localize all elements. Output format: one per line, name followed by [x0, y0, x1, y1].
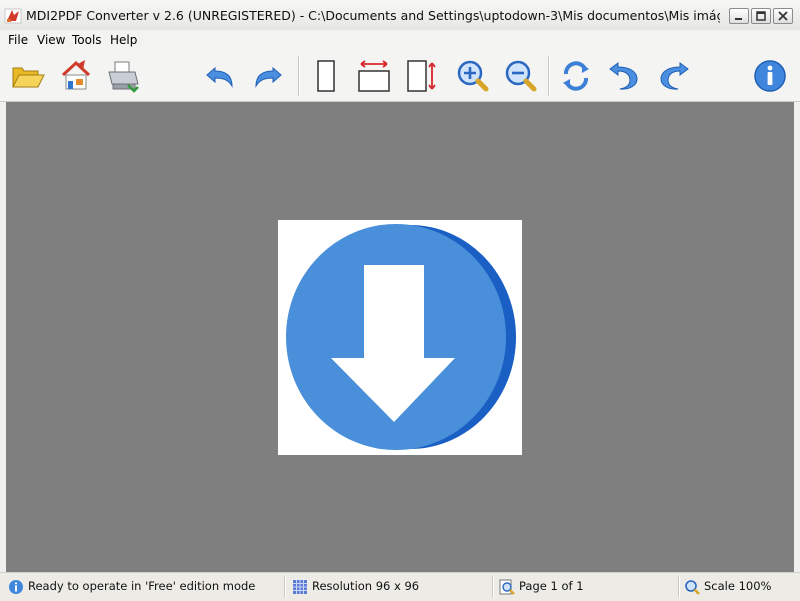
undo-button[interactable]: [200, 56, 240, 96]
status-scale: Scale 100%: [704, 579, 772, 593]
document-page: [278, 220, 522, 455]
menu-help[interactable]: Help: [110, 33, 137, 47]
rotate-right-button[interactable]: [654, 56, 694, 96]
status-bar: Ready to operate in 'Free' edition mode …: [0, 572, 800, 601]
window-title: MDI2PDF Converter v 2.6 (UNREGISTERED) -…: [26, 8, 720, 23]
convert-button[interactable]: [56, 56, 96, 96]
status-resolution: Resolution 96 x 96: [312, 579, 420, 593]
toolbar: [0, 50, 800, 102]
rotate-right-icon: [660, 62, 689, 90]
toolbar-separator: [298, 56, 300, 96]
magnifier-icon: [685, 580, 700, 595]
open-folder-icon: [12, 67, 45, 88]
fit-height-icon: [407, 60, 436, 92]
status-page-panel: Page 1 of 1: [499, 576, 679, 598]
info-small-icon: [9, 580, 23, 594]
print-button[interactable]: [102, 56, 142, 96]
zoom-out-icon: [505, 60, 537, 92]
rotate-icon: [563, 61, 589, 91]
status-divider: [492, 576, 494, 598]
fit-width-button[interactable]: [354, 56, 394, 96]
menu-view[interactable]: View: [37, 33, 65, 47]
status-message-panel: Ready to operate in 'Free' edition mode: [8, 576, 278, 598]
minimize-button[interactable]: [729, 8, 749, 24]
page-search-icon: [499, 579, 515, 595]
info-button[interactable]: [750, 56, 790, 96]
open-button[interactable]: [8, 56, 48, 96]
grid-icon: [293, 580, 307, 594]
app-logo-icon: [4, 8, 22, 24]
status-resolution-panel: Resolution 96 x 96: [292, 576, 492, 598]
download-arrow-icon: [286, 224, 516, 450]
fit-height-button[interactable]: [400, 56, 440, 96]
redo-button[interactable]: [248, 56, 288, 96]
status-divider: [678, 576, 680, 598]
menu-tools[interactable]: Tools: [72, 33, 102, 47]
status-scale-panel: Scale 100%: [684, 576, 794, 598]
status-page: Page 1 of 1: [519, 579, 584, 593]
document-viewport[interactable]: [6, 102, 794, 572]
maximize-button[interactable]: [751, 8, 771, 24]
rotate-button[interactable]: [556, 56, 596, 96]
zoom-out-button[interactable]: [500, 56, 540, 96]
status-divider: [284, 576, 286, 598]
zoom-in-button[interactable]: [452, 56, 492, 96]
close-button[interactable]: [773, 8, 793, 24]
minimize-icon: [735, 18, 742, 20]
status-message: Ready to operate in 'Free' edition mode: [28, 579, 256, 593]
close-icon: [778, 11, 788, 21]
undo-icon: [206, 66, 233, 88]
menu-file[interactable]: File: [8, 33, 28, 47]
fit-width-icon: [358, 60, 390, 92]
menu-bar: File View Tools Help: [0, 30, 800, 50]
rotate-left-button[interactable]: [604, 56, 644, 96]
title-bar[interactable]: MDI2PDF Converter v 2.6 (UNREGISTERED) -…: [0, 0, 800, 31]
toolbar-separator: [548, 56, 550, 96]
info-icon: [754, 60, 786, 92]
rotate-left-icon: [609, 62, 638, 90]
app-window: MDI2PDF Converter v 2.6 (UNREGISTERED) -…: [0, 0, 800, 601]
print-icon: [108, 61, 139, 93]
convert-pdf-icon: [61, 60, 91, 90]
maximize-icon: [756, 11, 766, 21]
fit-page-button[interactable]: [306, 56, 346, 96]
zoom-in-icon: [457, 60, 489, 92]
fit-page-icon: [317, 60, 335, 92]
redo-icon: [255, 66, 282, 88]
